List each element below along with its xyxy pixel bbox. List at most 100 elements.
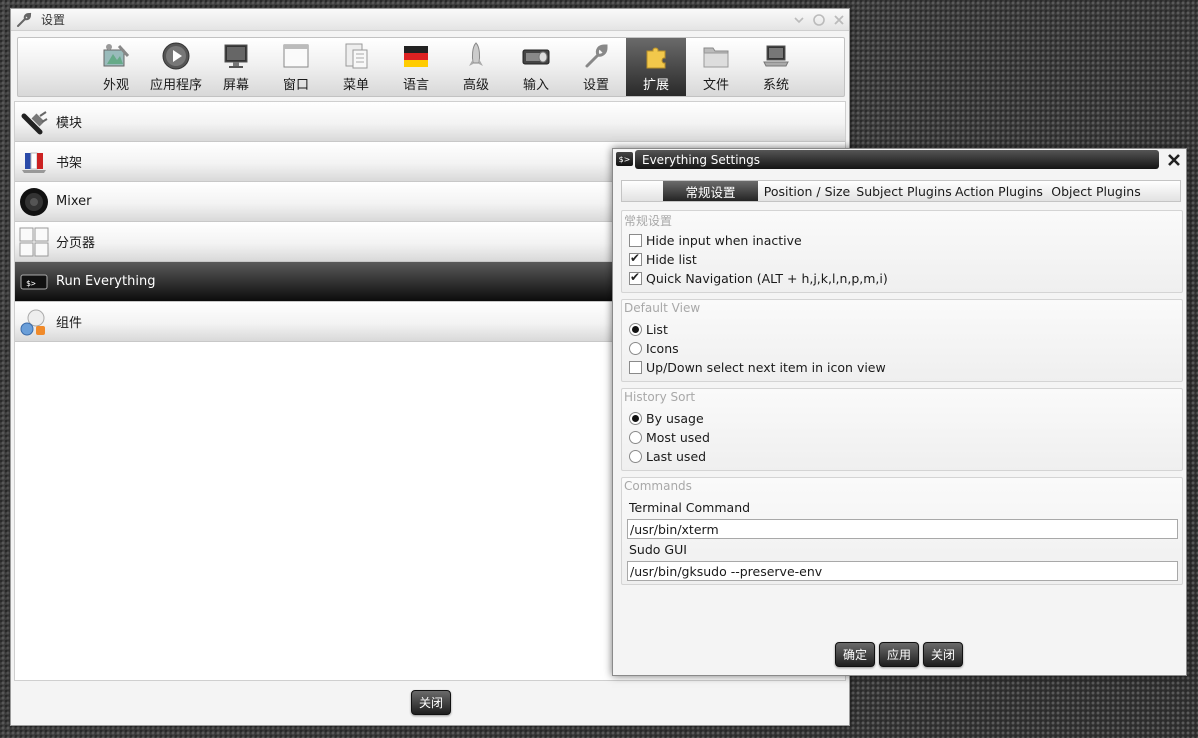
view-list-radio[interactable] xyxy=(629,323,642,336)
minimize-button[interactable] xyxy=(790,11,807,28)
view-icons-option[interactable]: Icons xyxy=(629,341,679,356)
terminal-command-input[interactable] xyxy=(627,519,1178,539)
play-icon xyxy=(160,41,192,71)
view-icons-radio[interactable] xyxy=(629,342,642,355)
module-label: 书架 xyxy=(56,156,83,171)
apply-button[interactable]: 应用 xyxy=(879,642,919,667)
toolbar-label: 语言 xyxy=(402,78,429,93)
gadgets-icon xyxy=(18,306,50,338)
toolbar-input[interactable]: 输入 xyxy=(506,38,566,96)
folder-icon xyxy=(700,41,732,71)
rocket-icon xyxy=(460,41,492,71)
window-icon xyxy=(280,41,312,71)
monitor-icon xyxy=(220,41,252,71)
hide-input-option[interactable]: Hide input when inactive xyxy=(629,233,802,248)
toolbar-applications[interactable]: 应用程序 xyxy=(146,38,206,96)
sort-most-used-option[interactable]: Most used xyxy=(629,430,710,445)
quick-navigation-option[interactable]: Quick Navigation (ALT + h,j,k,l,n,p,m,i) xyxy=(629,270,888,286)
sort-by-usage-radio[interactable] xyxy=(629,412,642,425)
sort-last-used-option[interactable]: Last used xyxy=(629,449,706,464)
toolbar-advanced[interactable]: 高级 xyxy=(446,38,506,96)
dialog-titlebar[interactable]: $> Everything Settings xyxy=(613,149,1186,171)
module-item-modules[interactable]: 模块 xyxy=(15,102,845,142)
group-title: Commands xyxy=(624,479,692,493)
dialog-close-button[interactable] xyxy=(1164,150,1184,170)
menu-icon xyxy=(340,41,372,71)
laptop-icon xyxy=(760,41,792,71)
dialog-cancel-button[interactable]: 关闭 xyxy=(923,642,963,667)
toolbar-label: 高级 xyxy=(462,78,489,93)
toolbar-label: 系统 xyxy=(762,78,789,93)
pager-icon xyxy=(18,226,50,258)
wrench-icon xyxy=(580,41,612,71)
wrench-icon xyxy=(15,11,33,29)
option-label: Most used xyxy=(646,430,710,445)
option-label: Quick Navigation (ALT + h,j,k,l,n,p,m,i) xyxy=(646,271,888,286)
group-title: 常规设置 xyxy=(624,214,673,228)
module-label: 分页器 xyxy=(56,236,96,251)
option-label: List xyxy=(646,322,668,337)
toolbar-label: 菜单 xyxy=(342,78,369,93)
tab-subject-plugins[interactable]: Subject Plugins xyxy=(856,181,952,201)
toolbar-label: 外观 xyxy=(102,78,129,93)
tab-general[interactable]: 常规设置 xyxy=(663,181,758,201)
toolbar-extensions[interactable]: 扩展 xyxy=(626,38,686,96)
icon-view-nav-checkbox[interactable] xyxy=(629,361,642,374)
option-label: By usage xyxy=(646,411,704,426)
puzzle-icon xyxy=(640,41,672,71)
commands-group: Commands Terminal Command Sudo GUI xyxy=(621,477,1183,585)
toolbar-settings[interactable]: 设置 xyxy=(566,38,626,96)
toolbar-appearance[interactable]: 外观 xyxy=(86,38,146,96)
shelf-icon xyxy=(18,146,50,178)
svg-text:$>: $> xyxy=(26,279,36,288)
keyboard-mouse-icon xyxy=(520,41,552,71)
terminal-icon: $> xyxy=(616,152,633,166)
module-label: Mixer xyxy=(56,194,92,209)
toolbar-language[interactable]: 语言 xyxy=(386,38,446,96)
toolbar-label: 设置 xyxy=(582,78,609,93)
toolbar-screen[interactable]: 屏幕 xyxy=(206,38,266,96)
maximize-button[interactable] xyxy=(810,11,827,28)
option-label: Last used xyxy=(646,449,707,464)
category-toolbar: 外观 应用程序 屏幕 窗口 菜单 语言 高级 输入 设置 扩展 文件 系统 xyxy=(17,37,845,97)
toolbar-label: 扩展 xyxy=(642,78,669,93)
dialog-title: Everything Settings xyxy=(642,152,761,167)
sudo-gui-input[interactable] xyxy=(627,561,1178,581)
plug-icon xyxy=(18,106,50,138)
hide-list-option[interactable]: Hide list xyxy=(629,251,697,267)
sudo-gui-label: Sudo GUI xyxy=(629,542,687,557)
option-label: Hide list xyxy=(646,252,697,267)
tab-action-plugins[interactable]: Action Plugins xyxy=(952,181,1046,201)
settings-titlebar[interactable]: 设置 xyxy=(11,9,849,31)
group-title: History Sort xyxy=(624,390,696,404)
view-list-option[interactable]: List xyxy=(629,322,668,337)
terminal-icon: $> xyxy=(18,266,50,298)
module-label: 组件 xyxy=(56,316,83,331)
sort-by-usage-option[interactable]: By usage xyxy=(629,411,704,426)
flag-icon xyxy=(400,41,432,71)
hide-input-checkbox[interactable] xyxy=(629,234,642,247)
close-window-button[interactable] xyxy=(830,11,847,28)
toolbar-files[interactable]: 文件 xyxy=(686,38,746,96)
group-title: Default View xyxy=(624,301,701,315)
option-label: Up/Down select next item in icon view xyxy=(646,360,886,375)
history-sort-group: History Sort By usage Most used Last use… xyxy=(621,388,1183,471)
option-label: Hide input when inactive xyxy=(646,233,802,248)
toolbar-window[interactable]: 窗口 xyxy=(266,38,326,96)
hide-list-checkbox[interactable] xyxy=(629,251,642,266)
speaker-icon xyxy=(18,186,50,218)
tab-position-size[interactable]: Position / Size xyxy=(758,181,856,201)
ok-button[interactable]: 确定 xyxy=(835,642,875,667)
close-button[interactable]: 关闭 xyxy=(411,690,451,715)
maximize-icon xyxy=(812,13,825,26)
toolbar-system[interactable]: 系统 xyxy=(746,38,806,96)
tab-object-plugins[interactable]: Object Plugins xyxy=(1046,181,1146,201)
sort-most-used-radio[interactable] xyxy=(629,431,642,444)
dialog-tabs: 常规设置 Position / Size Subject Plugins Act… xyxy=(621,180,1181,202)
icon-view-nav-option[interactable]: Up/Down select next item in icon view xyxy=(629,360,886,375)
toolbar-menu[interactable]: 菜单 xyxy=(326,38,386,96)
chevron-down-icon xyxy=(793,16,804,23)
quick-navigation-checkbox[interactable] xyxy=(629,270,642,285)
appearance-icon xyxy=(100,41,132,71)
sort-last-used-radio[interactable] xyxy=(629,450,642,463)
